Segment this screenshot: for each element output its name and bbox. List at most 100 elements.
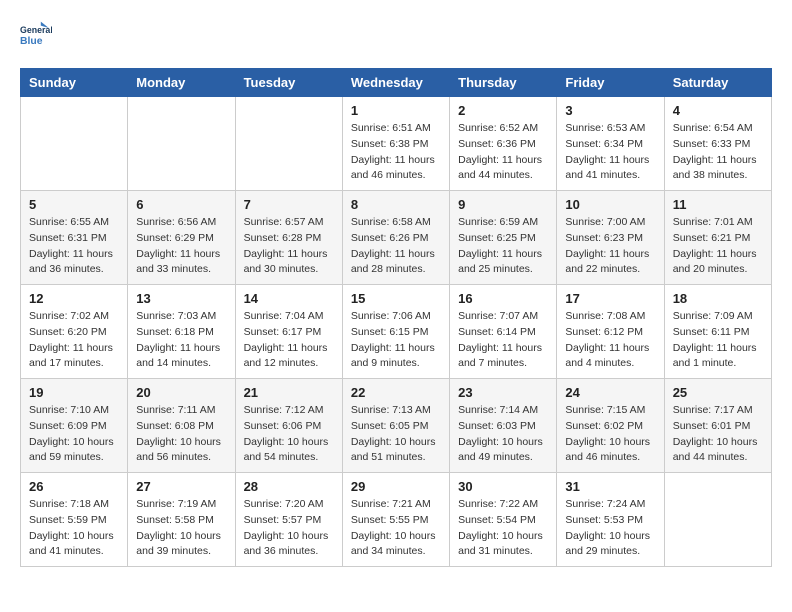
day-info: Sunrise: 7:06 AM Sunset: 6:15 PM Dayligh…	[351, 309, 441, 372]
day-number: 23	[458, 385, 548, 400]
day-info: Sunrise: 7:12 AM Sunset: 6:06 PM Dayligh…	[244, 403, 334, 466]
calendar-cell: 22Sunrise: 7:13 AM Sunset: 6:05 PM Dayli…	[342, 379, 449, 473]
calendar-cell: 9 Sunrise: 6:59 AM Sunset: 6:25 PM Daylig…	[450, 191, 557, 285]
calendar-cell: 18 Sunrise: 7:09 AM Sunset: 6:11 PM Dayli…	[664, 285, 771, 379]
day-number: 1	[351, 103, 441, 118]
calendar-cell: 16 Sunrise: 7:07 AM Sunset: 6:14 PM Dayli…	[450, 285, 557, 379]
calendar-cell: 17 Sunrise: 7:08 AM Sunset: 6:12 PM Dayli…	[557, 285, 664, 379]
weekday-header: Tuesday	[235, 69, 342, 97]
day-info: Sunrise: 7:22 AM Sunset: 5:54 PM Dayligh…	[458, 497, 548, 560]
calendar-week-row: 1 Sunrise: 6:51 AM Sunset: 6:38 PM Daylig…	[21, 97, 772, 191]
day-info: Sunrise: 7:14 AM Sunset: 6:03 PM Dayligh…	[458, 403, 548, 466]
day-info: Sunrise: 6:53 AM Sunset: 6:34 PM Dayligh…	[565, 121, 655, 184]
logo: GeneralBlue	[20, 20, 52, 52]
calendar-cell: 12 Sunrise: 7:02 AM Sunset: 6:20 PM Dayli…	[21, 285, 128, 379]
calendar-cell: 3 Sunrise: 6:53 AM Sunset: 6:34 PM Daylig…	[557, 97, 664, 191]
calendar-week-row: 12 Sunrise: 7:02 AM Sunset: 6:20 PM Dayli…	[21, 285, 772, 379]
day-number: 5	[29, 197, 119, 212]
calendar-cell: 21 Sunrise: 7:12 AM Sunset: 6:06 PM Dayli…	[235, 379, 342, 473]
day-number: 11	[673, 197, 763, 212]
calendar-cell: 10 Sunrise: 7:00 AM Sunset: 6:23 PM Dayli…	[557, 191, 664, 285]
calendar-cell: 5 Sunrise: 6:55 AM Sunset: 6:31 PM Daylig…	[21, 191, 128, 285]
calendar-cell	[128, 97, 235, 191]
calendar-cell: 13Sunrise: 7:03 AM Sunset: 6:18 PM Dayli…	[128, 285, 235, 379]
day-info: Sunrise: 7:18 AM Sunset: 5:59 PM Dayligh…	[29, 497, 119, 560]
day-info: Sunrise: 7:02 AM Sunset: 6:20 PM Dayligh…	[29, 309, 119, 372]
calendar-cell: 19Sunrise: 7:10 AM Sunset: 6:09 PM Dayli…	[21, 379, 128, 473]
day-number: 19	[29, 385, 119, 400]
day-number: 9	[458, 197, 548, 212]
day-number: 13	[136, 291, 226, 306]
weekday-header: Sunday	[21, 69, 128, 97]
calendar-header-row: SundayMondayTuesdayWednesdayThursdayFrid…	[21, 69, 772, 97]
day-info: Sunrise: 6:54 AM Sunset: 6:33 PM Dayligh…	[673, 121, 763, 184]
day-number: 8	[351, 197, 441, 212]
day-number: 6	[136, 197, 226, 212]
day-info: Sunrise: 7:07 AM Sunset: 6:14 PM Dayligh…	[458, 309, 548, 372]
calendar-cell: 23 Sunrise: 7:14 AM Sunset: 6:03 PM Dayli…	[450, 379, 557, 473]
calendar-week-row: 26 Sunrise: 7:18 AM Sunset: 5:59 PM Dayli…	[21, 473, 772, 567]
weekday-header: Friday	[557, 69, 664, 97]
weekday-header: Wednesday	[342, 69, 449, 97]
calendar-table: SundayMondayTuesdayWednesdayThursdayFrid…	[20, 68, 772, 567]
weekday-header: Thursday	[450, 69, 557, 97]
day-number: 30	[458, 479, 548, 494]
day-number: 17	[565, 291, 655, 306]
day-number: 12	[29, 291, 119, 306]
day-number: 25	[673, 385, 763, 400]
day-number: 26	[29, 479, 119, 494]
day-info: Sunrise: 6:57 AM Sunset: 6:28 PM Dayligh…	[244, 215, 334, 278]
day-info: Sunrise: 6:51 AM Sunset: 6:38 PM Dayligh…	[351, 121, 441, 184]
day-number: 27	[136, 479, 226, 494]
day-number: 4	[673, 103, 763, 118]
day-info: Sunrise: 7:09 AM Sunset: 6:11 PM Dayligh…	[673, 309, 763, 372]
calendar-cell: 20Sunrise: 7:11 AM Sunset: 6:08 PM Dayli…	[128, 379, 235, 473]
day-info: Sunrise: 7:20 AM Sunset: 5:57 PM Dayligh…	[244, 497, 334, 560]
weekday-header: Monday	[128, 69, 235, 97]
day-number: 14	[244, 291, 334, 306]
day-number: 31	[565, 479, 655, 494]
calendar-cell	[664, 473, 771, 567]
day-info: Sunrise: 7:21 AM Sunset: 5:55 PM Dayligh…	[351, 497, 441, 560]
page-header: GeneralBlue	[20, 20, 772, 52]
calendar-cell: 31 Sunrise: 7:24 AM Sunset: 5:53 PM Dayli…	[557, 473, 664, 567]
day-info: Sunrise: 7:11 AM Sunset: 6:08 PM Dayligh…	[136, 403, 226, 466]
day-info: Sunrise: 6:52 AM Sunset: 6:36 PM Dayligh…	[458, 121, 548, 184]
calendar-cell: 1 Sunrise: 6:51 AM Sunset: 6:38 PM Daylig…	[342, 97, 449, 191]
day-info: Sunrise: 6:59 AM Sunset: 6:25 PM Dayligh…	[458, 215, 548, 278]
calendar-cell: 29 Sunrise: 7:21 AM Sunset: 5:55 PM Dayli…	[342, 473, 449, 567]
day-info: Sunrise: 7:04 AM Sunset: 6:17 PM Dayligh…	[244, 309, 334, 372]
calendar-week-row: 19Sunrise: 7:10 AM Sunset: 6:09 PM Dayli…	[21, 379, 772, 473]
day-number: 10	[565, 197, 655, 212]
day-info: Sunrise: 7:08 AM Sunset: 6:12 PM Dayligh…	[565, 309, 655, 372]
day-info: Sunrise: 7:24 AM Sunset: 5:53 PM Dayligh…	[565, 497, 655, 560]
calendar-cell: 24 Sunrise: 7:15 AM Sunset: 6:02 PM Dayli…	[557, 379, 664, 473]
calendar-cell: 2Sunrise: 6:52 AM Sunset: 6:36 PM Daylig…	[450, 97, 557, 191]
day-info: Sunrise: 6:55 AM Sunset: 6:31 PM Dayligh…	[29, 215, 119, 278]
svg-text:General: General	[20, 25, 52, 35]
calendar-cell: 30 Sunrise: 7:22 AM Sunset: 5:54 PM Dayli…	[450, 473, 557, 567]
calendar-cell: 27Sunrise: 7:19 AM Sunset: 5:58 PM Dayli…	[128, 473, 235, 567]
day-number: 18	[673, 291, 763, 306]
day-info: Sunrise: 6:56 AM Sunset: 6:29 PM Dayligh…	[136, 215, 226, 278]
day-info: Sunrise: 7:17 AM Sunset: 6:01 PM Dayligh…	[673, 403, 763, 466]
calendar-cell	[235, 97, 342, 191]
calendar-week-row: 5 Sunrise: 6:55 AM Sunset: 6:31 PM Daylig…	[21, 191, 772, 285]
calendar-cell: 8 Sunrise: 6:58 AM Sunset: 6:26 PM Daylig…	[342, 191, 449, 285]
day-info: Sunrise: 7:01 AM Sunset: 6:21 PM Dayligh…	[673, 215, 763, 278]
day-info: Sunrise: 7:00 AM Sunset: 6:23 PM Dayligh…	[565, 215, 655, 278]
day-number: 7	[244, 197, 334, 212]
day-number: 29	[351, 479, 441, 494]
calendar-cell	[21, 97, 128, 191]
day-number: 21	[244, 385, 334, 400]
day-number: 3	[565, 103, 655, 118]
calendar-cell: 4 Sunrise: 6:54 AM Sunset: 6:33 PM Daylig…	[664, 97, 771, 191]
day-number: 15	[351, 291, 441, 306]
calendar-cell: 14 Sunrise: 7:04 AM Sunset: 6:17 PM Dayli…	[235, 285, 342, 379]
day-info: Sunrise: 6:58 AM Sunset: 6:26 PM Dayligh…	[351, 215, 441, 278]
calendar-cell: 15 Sunrise: 7:06 AM Sunset: 6:15 PM Dayli…	[342, 285, 449, 379]
day-info: Sunrise: 7:15 AM Sunset: 6:02 PM Dayligh…	[565, 403, 655, 466]
calendar-cell: 26 Sunrise: 7:18 AM Sunset: 5:59 PM Dayli…	[21, 473, 128, 567]
day-number: 24	[565, 385, 655, 400]
day-number: 16	[458, 291, 548, 306]
